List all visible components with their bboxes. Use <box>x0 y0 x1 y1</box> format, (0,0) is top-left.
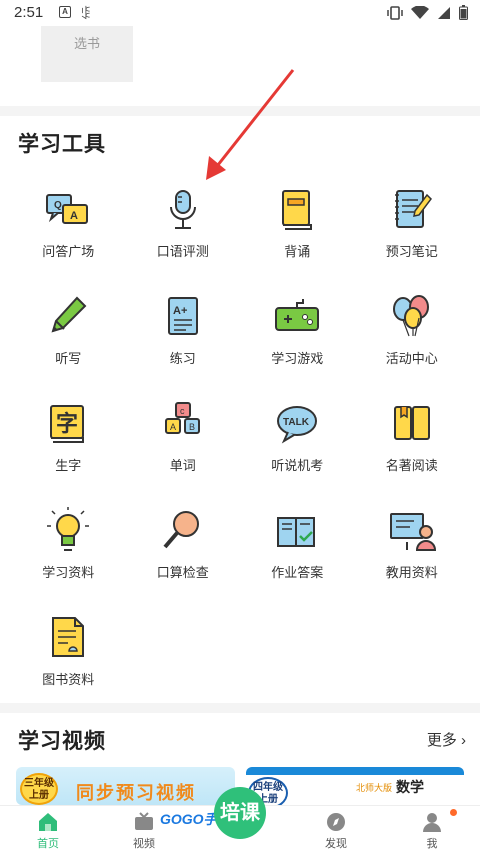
svg-text:TALK: TALK <box>283 417 310 428</box>
tool-label: 学习游戏 <box>271 351 324 366</box>
book-icon <box>272 185 322 235</box>
tool-label: 学习资料 <box>42 565 95 580</box>
publisher-label: 北师大版 <box>356 783 393 793</box>
app-notification-icon: A <box>59 6 71 18</box>
tool-study-materials[interactable]: 学习资料 <box>11 499 126 606</box>
tool-practice[interactable]: A+ 练习 <box>126 285 241 392</box>
tool-recite[interactable]: 背诵 <box>240 178 355 285</box>
tool-label: 作业答案 <box>271 565 324 580</box>
tool-listening-speaking-test[interactable]: TALK 听说机考 <box>240 392 355 499</box>
choose-book-card[interactable]: 选书 <box>41 26 133 82</box>
tool-label: 口语评测 <box>156 244 209 259</box>
tools-grid: AQ 问答广场 口语评测 背诵 预习笔记 听写 A+ 练习 学习游戏 活动中心 … <box>11 178 469 713</box>
tool-teaching-materials[interactable]: 教用资料 <box>355 499 470 606</box>
tool-label: 生字 <box>55 458 82 473</box>
svg-text:c: c <box>180 406 185 416</box>
open-book-icon <box>387 399 437 449</box>
battery-icon <box>459 5 468 20</box>
tool-words[interactable]: cA B 单词 <box>126 392 241 499</box>
watermark-logo: 培课 <box>214 787 266 839</box>
annotation-arrow <box>206 69 295 180</box>
svg-text:字: 字 <box>56 411 78 436</box>
nav-home[interactable]: 首页 <box>0 806 96 853</box>
svg-text:A: A <box>70 210 78 222</box>
svg-text:B: B <box>189 422 195 432</box>
pencil-icon <box>43 292 93 342</box>
notification-icon: ꌐ <box>80 6 92 23</box>
vibrate-icon <box>387 5 403 20</box>
tool-label: 预习笔记 <box>385 244 438 259</box>
tool-mental-math-check[interactable]: 口算检查 <box>126 499 241 606</box>
section-divider <box>0 703 480 713</box>
talk-bubble-icon: TALK <box>272 399 322 449</box>
lightbulb-icon <box>43 506 93 556</box>
tool-label: 练习 <box>169 351 196 366</box>
document-icon <box>43 613 93 663</box>
tool-label: 图书资料 <box>42 672 95 687</box>
tool-label: 听写 <box>55 351 82 366</box>
tool-homework-answers[interactable]: 作业答案 <box>240 499 355 606</box>
tool-label: 名著阅读 <box>385 458 438 473</box>
tool-label: 教用资料 <box>385 565 438 580</box>
qa-icon: AQ <box>43 185 93 235</box>
nav-me[interactable]: 我 <box>384 806 480 853</box>
tool-book-materials[interactable]: 图书资料 <box>11 606 126 713</box>
tool-new-characters[interactable]: 字 生字 <box>11 392 126 499</box>
tool-activity-center[interactable]: 活动中心 <box>355 285 470 392</box>
home-icon <box>39 813 57 831</box>
notification-dot <box>450 809 457 816</box>
chevron-right-icon: › <box>461 732 466 749</box>
practice-sheet-icon: A+ <box>158 292 208 342</box>
svg-text:Q: Q <box>54 200 62 211</box>
watermark: GOGO手游网 培课 <box>130 785 270 847</box>
tool-qa-square[interactable]: AQ 问答广场 <box>11 178 126 285</box>
signal-icon <box>438 6 450 19</box>
microphone-icon <box>158 185 208 235</box>
status-bar: 2:51 A ꌐ <box>0 0 480 26</box>
tool-label: 问答广场 <box>42 244 95 259</box>
nav-discover[interactable]: 发现 <box>288 806 384 853</box>
tool-label: 活动中心 <box>385 351 438 366</box>
tool-learning-games[interactable]: 学习游戏 <box>240 285 355 392</box>
video-card-math[interactable]: 四年级 上册 北师大版 数学 <box>246 767 464 805</box>
tools-section-title: 学习工具 <box>18 133 106 156</box>
svg-text:A: A <box>170 422 176 432</box>
teacher-board-icon <box>387 506 437 556</box>
tool-label: 口算检查 <box>156 565 209 580</box>
status-time: 2:51 <box>14 4 44 21</box>
tool-classics-reading[interactable]: 名著阅读 <box>355 392 470 499</box>
notebook-icon <box>387 185 437 235</box>
svg-text:A+: A+ <box>173 305 187 317</box>
grade-badge: 三年级 上册 <box>20 773 58 805</box>
status-indicators <box>387 5 468 20</box>
letter-blocks-icon: cA B <box>158 399 208 449</box>
more-label: 更多 <box>426 732 457 749</box>
tool-label: 背诵 <box>284 244 311 259</box>
tool-label: 单词 <box>169 458 196 473</box>
character-card-icon: 字 <box>43 399 93 449</box>
choose-book-label: 选书 <box>73 36 100 51</box>
tool-dictation[interactable]: 听写 <box>11 285 126 392</box>
magnifier-icon <box>158 506 208 556</box>
balloons-icon <box>387 292 437 342</box>
user-icon <box>423 813 441 832</box>
tool-preview-notes[interactable]: 预习笔记 <box>355 178 470 285</box>
answer-book-icon <box>272 506 322 556</box>
wifi-icon <box>411 5 429 19</box>
more-videos-link[interactable]: 更多 › <box>427 729 466 750</box>
subject-label: 数学 <box>396 779 424 795</box>
gamepad-icon <box>272 292 322 342</box>
compass-icon <box>327 813 345 831</box>
tool-label: 听说机考 <box>271 458 324 473</box>
videos-section-title: 学习视频 <box>18 730 106 753</box>
tool-oral-test[interactable]: 口语评测 <box>126 178 241 285</box>
